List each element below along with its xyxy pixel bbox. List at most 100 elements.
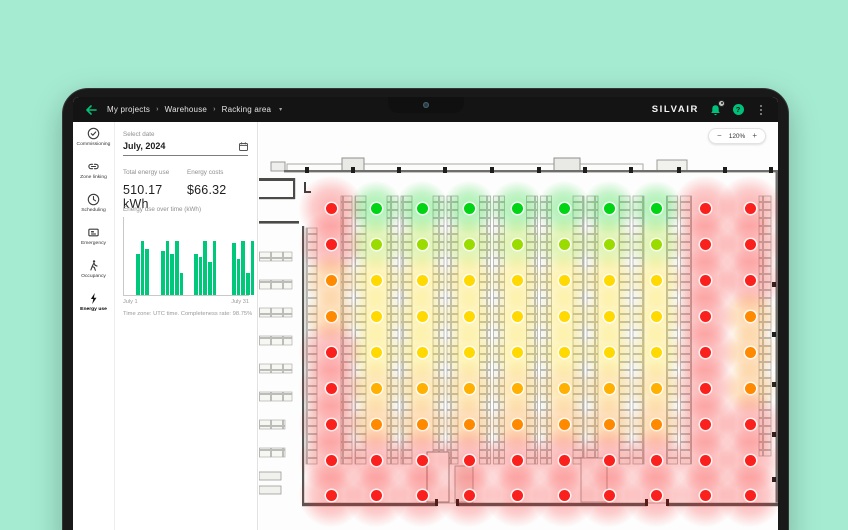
heatmap-node-dot[interactable] — [371, 239, 382, 250]
energy-costs-label: Energy costs — [187, 169, 251, 176]
heatmap-node-dot[interactable] — [604, 203, 615, 214]
exit-sign-icon — [73, 226, 114, 239]
x-axis-end-label: July 31 — [231, 299, 249, 305]
heatmap-node-dot[interactable] — [512, 311, 523, 322]
heatmap-node-dot[interactable] — [326, 239, 337, 250]
date-select-field[interactable]: Select date July, 2024 — [123, 131, 248, 156]
heatmap-node-dot[interactable] — [559, 347, 570, 358]
heatmap-node-dot[interactable] — [464, 347, 475, 358]
stats-row: Total energy use 510.17 kWh Energy costs… — [123, 169, 251, 211]
heatmap-node-dot[interactable] — [651, 311, 662, 322]
heatmap-node-dot[interactable] — [512, 203, 523, 214]
heatmap-node-dot[interactable] — [604, 383, 615, 394]
check-circle-icon — [73, 127, 114, 140]
sidebar-item-scheduling[interactable]: Scheduling — [73, 193, 114, 223]
heatmap-node-dot[interactable] — [417, 490, 428, 501]
help-icon[interactable]: ? — [731, 103, 745, 117]
heatmap-node-dot[interactable] — [745, 311, 756, 322]
heatmap-node-dot[interactable] — [651, 383, 662, 394]
heatmap-node-dot[interactable] — [604, 311, 615, 322]
heatmap-node-dot[interactable] — [371, 275, 382, 286]
heatmap-node-dot[interactable] — [651, 239, 662, 250]
energy-bar-chart — [123, 217, 249, 297]
chevron-down-icon[interactable]: ▾ — [279, 106, 282, 113]
heatmap-node-dot[interactable] — [559, 275, 570, 286]
heatmap-node-dot[interactable] — [417, 311, 428, 322]
heatmap-node-dot[interactable] — [417, 239, 428, 250]
date-select-label: Select date — [123, 131, 248, 138]
calendar-icon[interactable] — [239, 142, 248, 151]
heatmap-node-dot[interactable] — [371, 347, 382, 358]
sidebar-item-zone-linking[interactable]: Zone linking — [73, 160, 114, 190]
chart-bar — [251, 241, 255, 295]
heatmap-node-dot[interactable] — [326, 490, 337, 501]
heatmap-node-dot[interactable] — [559, 490, 570, 501]
heatmap-node-dot[interactable] — [651, 275, 662, 286]
walking-person-icon — [73, 259, 114, 272]
heatmap-node-dot[interactable] — [417, 383, 428, 394]
heatmap-node-dot[interactable] — [651, 203, 662, 214]
kebab-menu-icon[interactable] — [754, 103, 768, 117]
heatmap-node-dot[interactable] — [464, 203, 475, 214]
heatmap-node-dot[interactable] — [326, 275, 337, 286]
zoom-control: − 120% + — [708, 128, 766, 144]
heatmap-node-dot[interactable] — [464, 490, 475, 501]
heatmap-node-dot[interactable] — [371, 490, 382, 501]
sidebar-item-emergency[interactable]: Emergency — [73, 226, 114, 256]
clock-icon — [73, 193, 114, 206]
heatmap-node-dot[interactable] — [512, 275, 523, 286]
heatmap-node-dot[interactable] — [559, 311, 570, 322]
heatmap-node-dot[interactable] — [417, 347, 428, 358]
heatmap-node-dot[interactable] — [604, 239, 615, 250]
heatmap-node-dot[interactable] — [371, 311, 382, 322]
chart-x-axis: July 1 July 31 — [123, 299, 249, 305]
heatmap-node-dot[interactable] — [559, 383, 570, 394]
heatmap-node-dot[interactable] — [651, 347, 662, 358]
page-background: My projects › Warehouse › Racking area ▾… — [0, 0, 848, 530]
date-select-value: July, 2024 — [123, 141, 165, 151]
zoom-level-value: 120% — [729, 133, 746, 140]
heatmap-node-dot[interactable] — [745, 275, 756, 286]
heatmap-node-dot[interactable] — [604, 275, 615, 286]
chart-bar — [194, 254, 198, 295]
heatmap-node-dot[interactable] — [371, 383, 382, 394]
zoom-in-button[interactable]: + — [752, 132, 757, 140]
heatmap-node-dot[interactable] — [417, 275, 428, 286]
zoom-out-button[interactable]: − — [717, 132, 722, 140]
heatmap-node-dot[interactable] — [512, 490, 523, 501]
heatmap-node-dot[interactable] — [745, 490, 756, 501]
breadcrumb-racking-area[interactable]: Racking area — [222, 105, 272, 114]
heatmap-node-dot[interactable] — [559, 203, 570, 214]
heatmap-node-dot[interactable] — [700, 490, 711, 501]
back-button[interactable] — [83, 102, 99, 118]
heatmap-node-dot[interactable] — [512, 347, 523, 358]
sidebar-item-energy-use[interactable]: Energy use — [73, 292, 114, 322]
heatmap-node-dot[interactable] — [371, 203, 382, 214]
energy-costs-value: $66.32 — [187, 183, 251, 197]
heatmap-node-dot[interactable] — [559, 239, 570, 250]
breadcrumb-my-projects[interactable]: My projects — [107, 105, 150, 114]
sidebar-item-commissioning[interactable]: Commissioning — [73, 127, 114, 157]
heatmap-node-dot[interactable] — [464, 239, 475, 250]
heatmap-node-dot[interactable] — [745, 347, 756, 358]
notifications-bell-icon[interactable] — [708, 103, 722, 117]
heatmap-node-dot[interactable] — [464, 383, 475, 394]
sidebar-item-label: Commissioning — [75, 141, 113, 147]
heatmap-node-dot[interactable] — [464, 311, 475, 322]
sidebar-item-occupancy[interactable]: Occupancy — [73, 259, 114, 289]
breadcrumb-warehouse[interactable]: Warehouse — [165, 105, 207, 114]
heatmap-node-dot[interactable] — [464, 275, 475, 286]
heatmap-node-dot[interactable] — [604, 490, 615, 501]
app-screen: My projects › Warehouse › Racking area ▾… — [73, 97, 778, 530]
chart-bar — [170, 254, 174, 295]
total-energy-label: Total energy use — [123, 169, 187, 176]
lightning-bolt-icon — [73, 292, 114, 305]
heatmap-node-dot[interactable] — [512, 239, 523, 250]
content-area: Commissioning Zone linkingSchedulingEmerg… — [73, 122, 778, 530]
heatmap-node-dot[interactable] — [604, 347, 615, 358]
chart-bar — [180, 273, 184, 295]
heatmap-node-dot[interactable] — [512, 383, 523, 394]
heatmap-node-dot[interactable] — [651, 490, 662, 501]
floor-plan-canvas[interactable]: − 120% + — [259, 122, 778, 530]
heatmap-node-dot[interactable] — [417, 203, 428, 214]
